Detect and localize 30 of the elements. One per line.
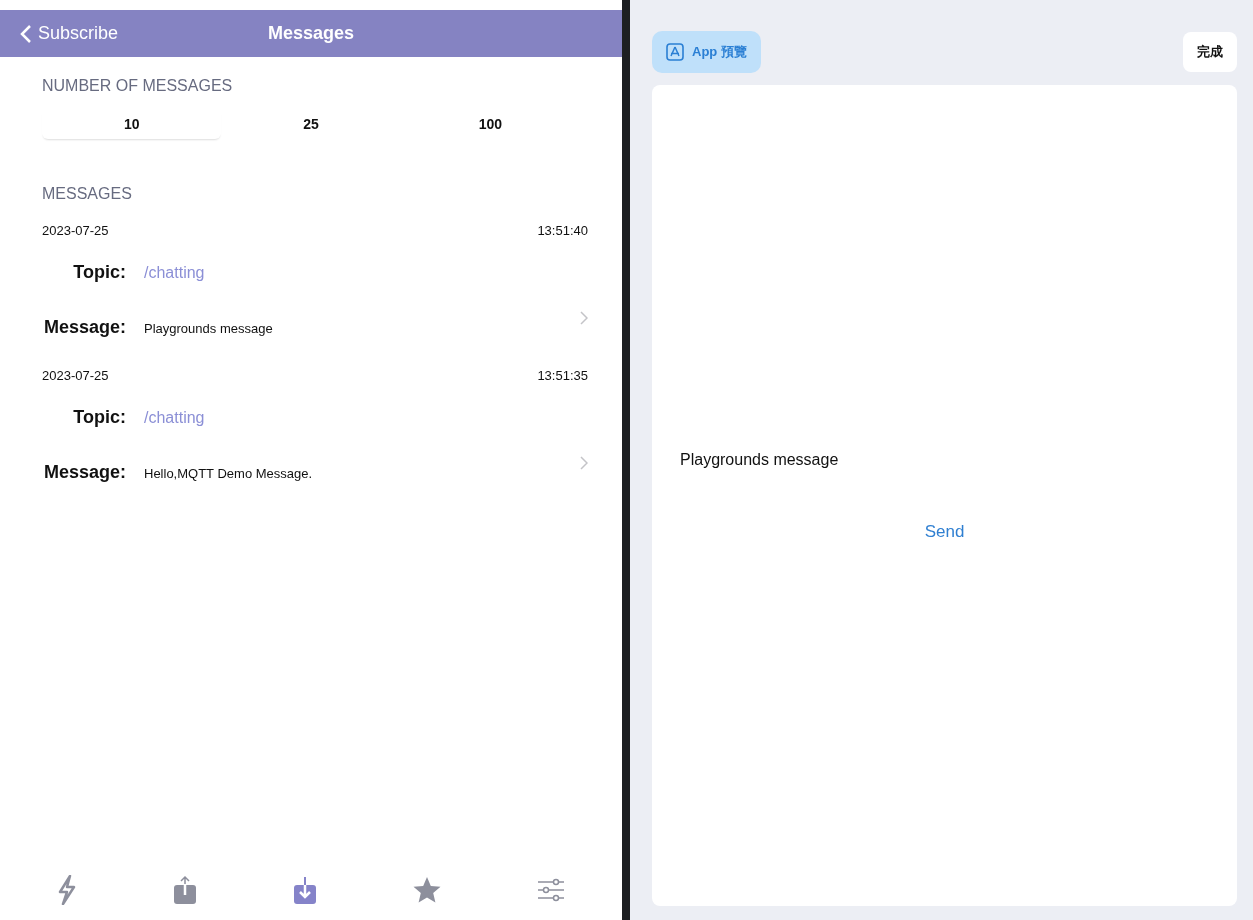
- message-date: 2023-07-25: [42, 223, 109, 238]
- message-date: 2023-07-25: [42, 368, 109, 383]
- message-text: Playgrounds message: [144, 321, 274, 336]
- field-label: Message:: [42, 317, 126, 338]
- topic-text: /chatting: [144, 409, 206, 427]
- segment-option[interactable]: 25: [221, 109, 401, 139]
- lightning-icon[interactable]: [57, 875, 78, 905]
- screen-title: Messages: [267, 23, 355, 43]
- upload-icon[interactable]: [171, 875, 198, 905]
- chevron-left-icon: [20, 23, 32, 44]
- app-store-icon: [666, 43, 684, 61]
- segment-option[interactable]: 100: [400, 109, 580, 139]
- message-text: Playgrounds message: [679, 451, 839, 469]
- message-text: Hello,MQTT Demo Message.: [144, 466, 314, 481]
- chevron-right-icon[interactable]: [580, 456, 588, 470]
- topic-text: /chatting: [144, 264, 206, 282]
- field-label: Message:: [42, 462, 126, 483]
- send-button[interactable]: Send: [918, 521, 971, 543]
- star-icon[interactable]: [412, 875, 443, 905]
- message-time: 13:51:40: [537, 223, 588, 238]
- done-button[interactable]: 完成: [1183, 32, 1237, 72]
- segment-option[interactable]: 10: [42, 109, 222, 139]
- field-label: Topic:: [72, 262, 126, 283]
- sliders-icon[interactable]: [536, 877, 565, 903]
- download-icon[interactable]: [291, 875, 318, 905]
- chevron-right-icon[interactable]: [580, 311, 588, 325]
- section-header: MESSAGES: [41, 185, 133, 203]
- message-time: 13:51:35: [537, 368, 588, 383]
- field-label: Topic:: [72, 407, 126, 428]
- section-header: NUMBER OF MESSAGES: [41, 77, 234, 95]
